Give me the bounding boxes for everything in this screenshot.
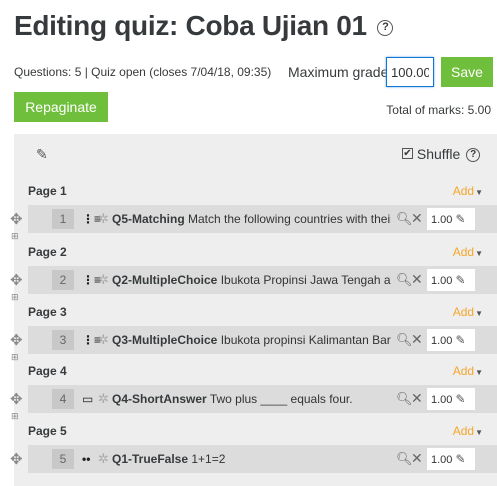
edit-mark-icon[interactable]: ✎ (455, 273, 465, 287)
add-label[interactable]: Add (453, 245, 474, 259)
page-label: Page 1 (28, 184, 67, 198)
question-content: 1+1=2 (191, 452, 226, 466)
question-slot: 3 ⋮≡ ✲ Q3-MultipleChoice Ibukota propins… (28, 326, 497, 354)
move-icon[interactable]: ✥ (10, 452, 23, 467)
add-menu[interactable]: Add▼ (453, 184, 483, 198)
shortanswer-icon: ▭ (82, 392, 94, 406)
gear-icon[interactable]: ✲ (98, 392, 109, 406)
repaginate-icon[interactable]: ⊞ (11, 293, 18, 302)
page-label: Page 5 (28, 424, 67, 438)
gear-icon[interactable]: ✲ (98, 333, 109, 347)
edit-mark-icon[interactable]: ✎ (455, 452, 465, 466)
quiz-status-info: Questions: 5 | Quiz open (closes 7/04/18… (14, 65, 272, 79)
question-text[interactable]: Q3-MultipleChoice Ibukota propinsi Kalim… (112, 333, 391, 347)
question-name[interactable]: Q5-Matching (112, 212, 185, 226)
move-icon[interactable]: ✥ (10, 333, 23, 348)
add-label[interactable]: Add (453, 364, 474, 378)
question-text[interactable]: Q2-MultipleChoice Ibukota Propinsi Jawa … (112, 273, 391, 287)
caret-down-icon: ▼ (475, 428, 483, 437)
slot-number: 1 (52, 209, 74, 229)
caret-down-icon: ▼ (475, 249, 483, 258)
caret-down-icon: ▼ (475, 368, 483, 377)
repaginate-icon[interactable]: ⊞ (11, 412, 18, 421)
mark-value[interactable]: 1.00 (431, 394, 452, 406)
question-content: Match the following countries with their… (188, 212, 391, 226)
edit-mark-icon[interactable]: ✎ (455, 333, 465, 347)
question-text[interactable]: Q4-ShortAnswer Two plus ____ equals four… (112, 392, 391, 406)
delete-icon[interactable]: ✕ (411, 331, 423, 348)
add-menu[interactable]: Add▼ (453, 424, 483, 438)
question-content: Two plus ____ equals four. (209, 392, 353, 406)
question-name[interactable]: Q4-ShortAnswer (112, 392, 207, 406)
question-name[interactable]: Q3-MultipleChoice (112, 333, 217, 347)
mark-value[interactable]: 1.00 (431, 275, 452, 287)
save-button[interactable]: Save (441, 57, 493, 87)
delete-icon[interactable]: ✕ (411, 210, 423, 227)
question-slot: 4 ▭ ✲ Q4-ShortAnswer Two plus ____ equal… (28, 385, 497, 413)
shuffle-label: Shuffle (416, 146, 461, 162)
mark-value[interactable]: 1.00 (431, 454, 452, 466)
delete-icon[interactable]: ✕ (411, 271, 423, 288)
max-grade-input[interactable] (386, 57, 434, 87)
shuffle-help-icon[interactable]: ? (466, 148, 481, 163)
mark-field[interactable]: 1.00 ✎ (427, 448, 475, 470)
question-slot: 2 ⋮≡ ✲ Q2-MultipleChoice Ibukota Propins… (28, 266, 497, 294)
add-label[interactable]: Add (453, 424, 474, 438)
delete-icon[interactable]: ✕ (411, 390, 423, 407)
help-icon[interactable]: ? (377, 19, 394, 36)
page-label: Page 3 (28, 305, 67, 319)
question-name[interactable]: Q1-TrueFalse (112, 452, 188, 466)
max-grade-label: Maximum grade: (288, 64, 393, 80)
gear-icon[interactable]: ✲ (98, 212, 109, 226)
total-marks: Total of marks: 5.00 (386, 103, 491, 117)
mark-field[interactable]: 1.00 ✎ (427, 208, 475, 230)
add-menu[interactable]: Add▼ (453, 245, 483, 259)
page-label: Page 2 (28, 245, 67, 259)
mark-value[interactable]: 1.00 (431, 335, 452, 347)
move-icon[interactable]: ✥ (10, 392, 23, 407)
shuffle-checkbox[interactable]: ✔ (402, 148, 413, 159)
add-menu[interactable]: Add▼ (453, 305, 483, 319)
gear-icon[interactable]: ✲ (98, 273, 109, 287)
mark-value[interactable]: 1.00 (431, 214, 452, 226)
question-text[interactable]: Q5-Matching Match the following countrie… (112, 212, 391, 226)
gear-icon[interactable]: ✲ (98, 452, 109, 466)
shuffle-toggle[interactable]: ✔ Shuffle ? (402, 146, 481, 163)
question-name[interactable]: Q2-MultipleChoice (112, 273, 217, 287)
edit-pencil-icon[interactable]: ✎ (36, 146, 48, 163)
question-slot: 1 ⋮≡ ✲ Q5-Matching Match the following c… (28, 205, 497, 233)
slot-number: 2 (52, 270, 74, 290)
page-title-text: Editing quiz: Coba Ujian 01 (14, 10, 367, 41)
page-label: Page 4 (28, 364, 67, 378)
question-content: Ibukota Propinsi Jawa Tengah adalah (220, 273, 391, 287)
mark-field[interactable]: 1.00 ✎ (427, 329, 475, 351)
add-label[interactable]: Add (453, 184, 474, 198)
mark-field[interactable]: 1.00 ✎ (427, 269, 475, 291)
move-icon[interactable]: ✥ (10, 273, 23, 288)
truefalse-icon: •• (82, 452, 91, 466)
repaginate-button[interactable]: Repaginate (14, 92, 108, 122)
question-content: Ibukota propinsi Kalimantan Barat (220, 333, 391, 347)
repaginate-icon[interactable]: ⊞ (11, 353, 18, 362)
caret-down-icon: ▼ (475, 188, 483, 197)
mark-field[interactable]: 1.00 ✎ (427, 388, 475, 410)
question-text[interactable]: Q1-TrueFalse 1+1=2 (112, 452, 391, 466)
slot-number: 5 (52, 449, 74, 469)
caret-down-icon: ▼ (475, 309, 483, 318)
move-icon[interactable]: ✥ (10, 212, 23, 227)
slot-number: 3 (52, 330, 74, 350)
quiz-slots-panel (14, 134, 497, 486)
slot-number: 4 (52, 389, 74, 409)
repaginate-icon[interactable]: ⊞ (11, 232, 18, 241)
add-menu[interactable]: Add▼ (453, 364, 483, 378)
add-label[interactable]: Add (453, 305, 474, 319)
edit-mark-icon[interactable]: ✎ (455, 212, 465, 226)
page-title: Editing quiz: Coba Ujian 01 ? (14, 10, 394, 42)
delete-icon[interactable]: ✕ (411, 450, 423, 467)
question-slot: 5 •• ✲ Q1-TrueFalse 1+1=2 🔍︎ ✕ 1.00 ✎ (28, 445, 497, 473)
edit-mark-icon[interactable]: ✎ (455, 392, 465, 406)
